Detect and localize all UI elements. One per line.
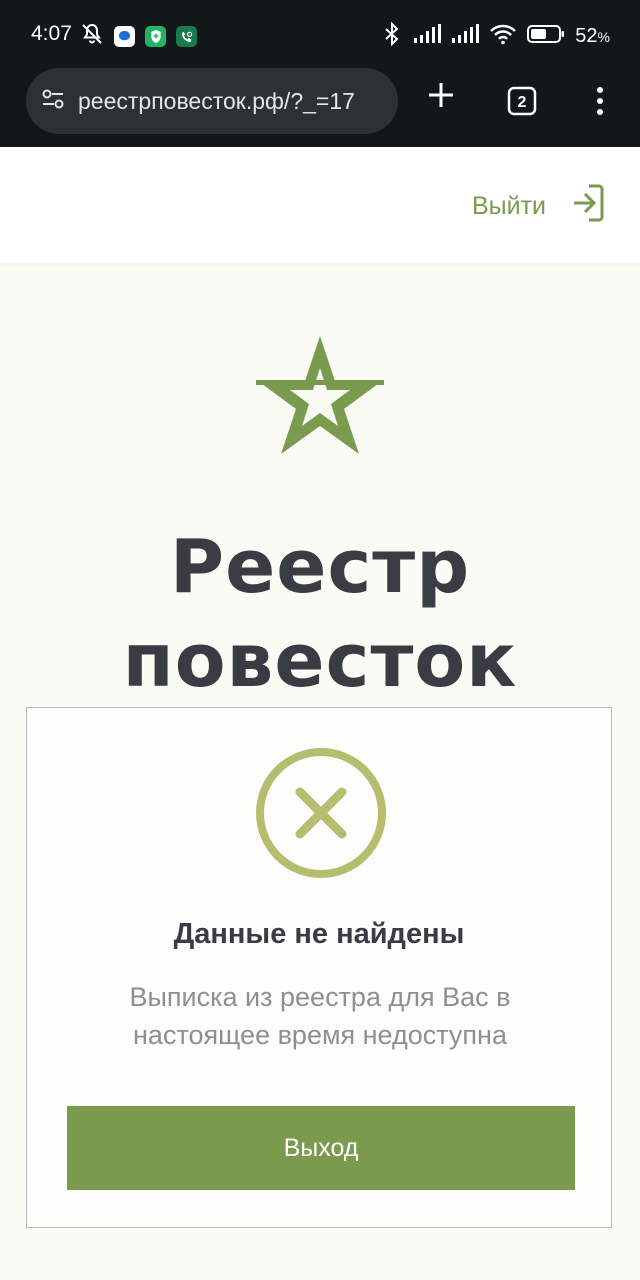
- url-text[interactable]: реестрповесток.рф/?_=17: [78, 88, 355, 115]
- phone-app-icon: [176, 26, 197, 47]
- page-title-line1: Реестр: [169, 523, 471, 610]
- battery-percent: 52%: [575, 25, 610, 48]
- battery-unit: %: [597, 29, 610, 45]
- battery-value: 52: [575, 25, 598, 47]
- site-settings-icon[interactable]: [40, 86, 66, 117]
- status-time: 4:07: [31, 22, 72, 45]
- notifications-off-icon: [80, 22, 104, 51]
- shield-app-icon: [145, 26, 166, 47]
- new-tab-icon[interactable]: [426, 80, 456, 115]
- bluetooth-icon: [381, 21, 403, 51]
- signal-icon: [451, 24, 480, 49]
- wifi-icon: [489, 23, 517, 50]
- address-bar[interactable]: реестрповесток.рф/?_=17: [26, 68, 398, 134]
- close-circle-icon: [255, 747, 387, 884]
- more-menu-icon[interactable]: [590, 86, 610, 121]
- signal-icon: [413, 24, 442, 49]
- star-icon: [256, 334, 384, 461]
- logout-label: Выйти: [471, 192, 546, 220]
- login-arrow-icon: [572, 183, 606, 230]
- exit-button[interactable]: Выход: [67, 1106, 575, 1190]
- status-left-icons: [80, 22, 197, 51]
- result-card: Данные не найдены Выписка из реестра для…: [26, 707, 612, 1228]
- tab-count: 2: [518, 94, 527, 111]
- status-right-icons: 52%: [381, 21, 610, 51]
- battery-icon: [527, 24, 565, 49]
- page-title: Реестр повесток: [0, 520, 640, 708]
- error-title: Данные не найдены: [173, 918, 465, 950]
- page-title-line2: повесток: [122, 617, 518, 704]
- site-header: Выйти: [0, 147, 640, 263]
- tabs-icon[interactable]: 2: [507, 86, 537, 121]
- error-message: Выписка из реестра для Вас в настоящее в…: [129, 982, 511, 1050]
- logout-link[interactable]: Выйти: [472, 183, 606, 230]
- browser-chrome: 4:07 52% реестрповесток.рф/?_=17 2: [0, 0, 640, 147]
- messenger-app-icon: [114, 26, 135, 47]
